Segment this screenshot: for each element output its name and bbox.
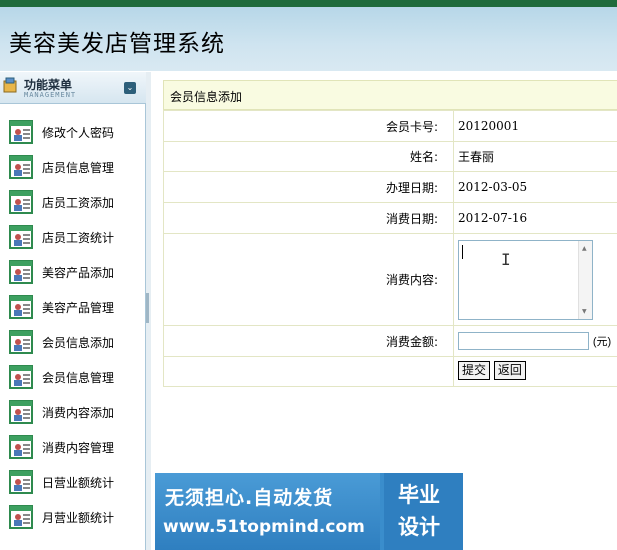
app-title: 美容美发店管理系统 — [9, 31, 225, 57]
menu-header: 功能菜单 MANAGEMENT ⌄ — [0, 72, 146, 104]
sidebar-item-label: 美容产品管理 — [42, 301, 115, 315]
sidebar-item-label: 会员信息添加 — [42, 336, 115, 350]
sidebar-item-label: 美容产品添加 — [42, 266, 115, 280]
sidebar-item[interactable]: 店员工资统计 — [0, 219, 146, 254]
scroll-down-icon[interactable]: ▼ — [582, 308, 587, 315]
sidebar-item[interactable]: 月营业额统计 — [0, 499, 146, 534]
sidebar-item-label: 消费内容添加 — [42, 406, 115, 420]
sidebar-item-label: 日营业额统计 — [42, 476, 115, 490]
sidebar-item[interactable]: 消费内容添加 — [0, 394, 146, 429]
textarea-scrollbar[interactable]: ▲ ▼ — [578, 240, 592, 319]
back-button[interactable]: 返回 — [493, 361, 526, 380]
user-card-icon — [9, 505, 33, 529]
join-date-value: 2012-03-05 — [453, 171, 617, 203]
join-date-label: 办理日期: — [163, 171, 454, 203]
collapse-icon[interactable]: ⌄ — [124, 82, 136, 94]
watermark-left: 无须担心.自动发货 www.51topmind.com — [155, 473, 380, 550]
sidebar-item[interactable]: 会员信息管理 — [0, 359, 146, 394]
menu-subtitle: MANAGEMENT — [24, 91, 77, 99]
header: 美容美发店管理系统 — [0, 7, 617, 71]
sidebar-item[interactable]: 店员工资添加 — [0, 184, 146, 219]
form-title-bar: 会员信息添加 — [163, 80, 617, 110]
menu-icon — [3, 77, 17, 93]
sidebar-item[interactable]: 店员信息管理 — [0, 149, 146, 184]
sidebar-item-label: 店员信息管理 — [42, 161, 115, 175]
sidebar-item-label: 店员工资添加 — [42, 196, 115, 210]
user-card-icon — [9, 470, 33, 494]
scroll-up-icon[interactable]: ▲ — [582, 245, 587, 252]
text-caret — [462, 244, 463, 259]
content-textarea[interactable]: I ▲ ▼ — [458, 239, 593, 320]
sidebar-item[interactable]: 消费内容管理 — [0, 429, 146, 464]
card-label: 会员卡号: — [163, 110, 454, 142]
watermark-right1: 毕业 — [398, 483, 440, 507]
user-card-icon — [9, 225, 33, 249]
amount-label: 消费金额: — [163, 325, 454, 357]
user-card-icon — [9, 120, 33, 144]
sidebar-item-label: 会员信息管理 — [42, 371, 115, 385]
card-value: 20120001 — [453, 110, 617, 142]
user-card-icon — [9, 155, 33, 179]
sidebar-item-label: 月营业额统计 — [42, 511, 115, 525]
sidebar: 功能菜单 MANAGEMENT ⌄ 修改个人密码 店员信息管理 店员工资添加 店员工资… — [0, 72, 146, 550]
amount-unit: (元) — [592, 336, 612, 348]
name-value: 王春丽 — [453, 141, 617, 172]
sidebar-item-label: 店员工资统计 — [42, 231, 115, 245]
user-card-icon — [9, 260, 33, 284]
content-label: 消费内容: — [163, 233, 454, 326]
watermark-banner: 无须担心.自动发货 www.51topmind.com 毕业 设计 — [155, 473, 463, 550]
member-form: 会员卡号: 20120001 姓名: 王春丽 办理日期: 2012-03-05 … — [163, 110, 617, 387]
name-label: 姓名: — [163, 141, 454, 172]
submit-button[interactable]: 提交 — [458, 361, 491, 380]
sidebar-item-label: 修改个人密码 — [42, 126, 115, 140]
user-card-icon — [9, 365, 33, 389]
sidebar-item[interactable]: 修改个人密码 — [0, 114, 146, 149]
user-card-icon — [9, 295, 33, 319]
sidebar-item[interactable]: 美容产品添加 — [0, 254, 146, 289]
sidebar-item[interactable]: 日营业额统计 — [0, 464, 146, 499]
ibeam-cursor-icon: I — [501, 249, 511, 269]
watermark-line2: www.51topmind.com — [163, 517, 365, 537]
top-bar — [0, 0, 617, 7]
user-card-icon — [9, 400, 33, 424]
user-card-icon — [9, 435, 33, 459]
sidebar-item[interactable]: 会员信息添加 — [0, 324, 146, 359]
user-card-icon — [9, 190, 33, 214]
splitter-grip[interactable] — [146, 293, 149, 323]
user-card-icon — [9, 330, 33, 354]
amount-input[interactable] — [458, 332, 589, 350]
watermark-right2: 设计 — [398, 515, 440, 539]
sidebar-item[interactable]: 美容产品管理 — [0, 289, 146, 324]
consume-date-value: 2012-07-16 — [453, 202, 617, 234]
form-title: 会员信息添加 — [170, 90, 243, 104]
consume-date-label: 消费日期: — [163, 202, 454, 234]
watermark-line1: 无须担心.自动发货 — [165, 487, 334, 509]
watermark-right: 毕业 设计 — [384, 473, 463, 550]
sidebar-item-label: 消费内容管理 — [42, 441, 115, 455]
